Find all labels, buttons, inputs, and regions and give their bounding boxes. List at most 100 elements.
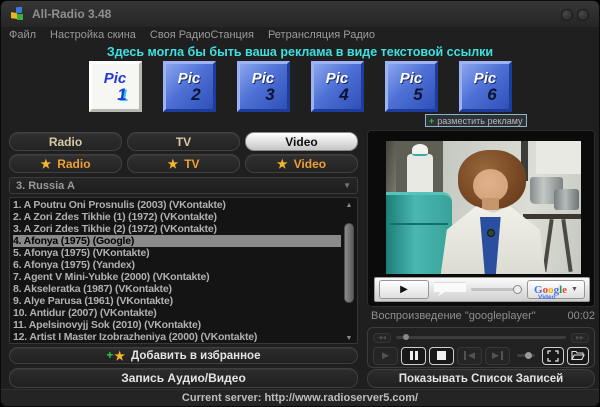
playback-status-text: Воспроизведение "googleplayer" bbox=[371, 310, 536, 322]
tab-fav-radio[interactable]: ★ Radio bbox=[9, 154, 122, 173]
tab-label: Radio bbox=[57, 157, 90, 171]
record-button[interactable]: Запись Аудио/Видео bbox=[9, 368, 358, 388]
rewind-icon: ◀◀ bbox=[378, 335, 386, 341]
ad-banner-1[interactable]: Pic 1 bbox=[89, 61, 142, 112]
place-ad-link[interactable]: + разместить рекламу bbox=[425, 114, 527, 127]
pause-button[interactable] bbox=[401, 347, 426, 365]
add-favorite-label: Добавить в избранное bbox=[131, 350, 261, 362]
list-item[interactable]: 8. Akseleratka (1987) (VKontakte) bbox=[13, 283, 341, 295]
menu-relay-radio[interactable]: Ретрансляция Радио bbox=[268, 29, 375, 41]
tab-video[interactable]: Video bbox=[245, 132, 358, 151]
video-art-pot bbox=[554, 189, 579, 210]
video-art-woman-neck bbox=[482, 198, 500, 210]
station-dropdown-value: 3. Russia A bbox=[16, 180, 75, 192]
google-volume-slider[interactable] bbox=[471, 288, 522, 291]
menu-file[interactable]: Файл bbox=[9, 29, 36, 41]
slider-thumb[interactable] bbox=[525, 352, 532, 359]
fast-forward-icon: ▶▶ bbox=[576, 335, 584, 341]
star-icon: ★ bbox=[114, 349, 125, 363]
tab-label: Video bbox=[294, 157, 326, 171]
list-item[interactable]: 9. Alye Parusa (1961) (VKontakte) bbox=[13, 295, 341, 307]
google-play-button[interactable]: ▶ bbox=[379, 280, 429, 299]
previous-button[interactable]: ◀ bbox=[457, 347, 482, 365]
slider-thumb[interactable] bbox=[403, 334, 409, 340]
tab-label: TV bbox=[184, 157, 199, 171]
google-logo: Google Video bbox=[534, 285, 567, 295]
tab-label: TV bbox=[176, 135, 191, 149]
banner-number: 4 bbox=[339, 86, 348, 103]
list-item-selected[interactable]: 4. Afonya (1975) (Google) bbox=[13, 235, 341, 247]
list-item[interactable]: 12. Artist I Master Izobrazheniya (2000)… bbox=[13, 331, 341, 343]
google-player-bar: ▶ Google Video ▼ bbox=[374, 277, 590, 302]
chevron-down-icon: ▼ bbox=[343, 181, 351, 190]
open-file-button[interactable] bbox=[567, 347, 589, 365]
tab-fav-tv[interactable]: ★ TV bbox=[127, 154, 240, 173]
add-favorite-button[interactable]: + ★ Добавить в избранное bbox=[9, 347, 358, 364]
playlist-scrollbar[interactable]: ▲ ▼ bbox=[343, 200, 355, 343]
menu-own-station[interactable]: Своя РадиоСтанция bbox=[150, 29, 254, 41]
ad-text-link[interactable]: Здесь могла бы быть ваша реклама в виде … bbox=[107, 45, 493, 59]
seek-slider[interactable] bbox=[396, 336, 566, 339]
menu-skin-settings[interactable]: Настройка скина bbox=[50, 29, 136, 41]
close-button[interactable] bbox=[577, 9, 589, 21]
stop-icon bbox=[437, 351, 446, 360]
list-item[interactable]: 6. Afonya (1975) (Yandex) bbox=[13, 259, 341, 271]
playback-status-row: Воспроизведение "googleplayer" 00:02 bbox=[371, 310, 595, 322]
ad-banner-5[interactable]: Pic 5 bbox=[385, 61, 438, 112]
station-dropdown[interactable]: 3. Russia A ▼ bbox=[9, 177, 358, 194]
banner-number: 2 bbox=[191, 86, 200, 103]
ad-banner-3[interactable]: Pic 3 bbox=[237, 61, 290, 112]
current-server-text: Current server: http://www.radioserver5.… bbox=[182, 392, 418, 404]
tab-label: Radio bbox=[49, 135, 82, 149]
slider-thumb[interactable] bbox=[513, 285, 522, 294]
ad-banner-6[interactable]: Pic 6 bbox=[459, 61, 512, 112]
video-frame[interactable] bbox=[386, 141, 581, 274]
minimize-button[interactable] bbox=[561, 9, 573, 21]
stop-button[interactable] bbox=[429, 347, 454, 365]
app-window: All-Radio 3.48 Файл Настройка скина Своя… bbox=[0, 0, 600, 407]
fullscreen-button[interactable] bbox=[542, 347, 564, 365]
list-item[interactable]: 10. Antidur (2007) (VKontakte) bbox=[13, 307, 341, 319]
video-art-teal-machine bbox=[386, 192, 452, 274]
show-records-label: Показывать Список Записей bbox=[399, 373, 564, 385]
google-video-menu-button[interactable]: Google Video ▼ bbox=[527, 280, 585, 299]
next-button[interactable]: ▶ bbox=[485, 347, 510, 365]
video-art-woman-face bbox=[473, 169, 508, 202]
ad-banner-2[interactable]: Pic 2 bbox=[163, 61, 216, 112]
banner-number: 6 bbox=[487, 86, 496, 103]
star-icon: ★ bbox=[40, 157, 51, 171]
play-button[interactable]: ▶ bbox=[373, 347, 398, 365]
tab-radio[interactable]: Radio bbox=[9, 132, 122, 151]
show-records-button[interactable]: Показывать Список Записей bbox=[367, 369, 595, 388]
video-player: ▶ Google Video ▼ bbox=[367, 130, 595, 307]
ad-banner-4[interactable]: Pic 4 bbox=[311, 61, 364, 112]
playback-time: 00:02 bbox=[567, 310, 595, 322]
rewind-button[interactable]: ◀◀ bbox=[373, 333, 391, 343]
list-item[interactable]: 11. Apelsinovyjj Sok (2010) (VKontakte) bbox=[13, 319, 341, 331]
list-item[interactable]: 2. A Zori Zdes Tikhie (1) (1972) (VKonta… bbox=[13, 211, 341, 223]
tab-fav-video[interactable]: ★ Video bbox=[245, 154, 358, 173]
list-item[interactable]: 5. Afonya (1975) (VKontakte) bbox=[13, 247, 341, 259]
status-bar: Current server: http://www.radioserver5.… bbox=[1, 389, 599, 406]
scroll-up-icon[interactable]: ▲ bbox=[343, 202, 355, 210]
tab-tv[interactable]: TV bbox=[127, 132, 240, 151]
record-label: Запись Аудио/Видео bbox=[121, 371, 246, 385]
video-art-machine-seam bbox=[390, 223, 449, 225]
volume-slider[interactable] bbox=[517, 354, 535, 357]
list-item[interactable]: 7. Agent V Mini-Yubke (2000) (VKontakte) bbox=[13, 271, 341, 283]
scroll-down-icon[interactable]: ▼ bbox=[343, 335, 355, 343]
scrollbar-thumb[interactable] bbox=[344, 223, 354, 303]
list-item[interactable]: 1. A Poutru Oni Prosnulis (2003) (VKonta… bbox=[13, 199, 341, 211]
fast-forward-button[interactable]: ▶▶ bbox=[571, 333, 589, 343]
main-tabs: Radio TV Video bbox=[9, 132, 358, 151]
menu-bar: Файл Настройка скина Своя РадиоСтанция Р… bbox=[1, 27, 599, 43]
transport-row: ▶ ◀ ▶ bbox=[373, 346, 589, 365]
previous-icon: ◀ bbox=[468, 350, 475, 361]
app-logo-icon bbox=[10, 6, 26, 22]
plus-icon: + bbox=[107, 350, 114, 362]
list-item[interactable]: 3. A Zori Zdes Tikhie (2) (1972) (VKonta… bbox=[13, 223, 341, 235]
title-bar[interactable]: All-Radio 3.48 bbox=[1, 1, 599, 27]
video-art-hood bbox=[536, 141, 581, 174]
video-art-pendant bbox=[487, 229, 495, 237]
progress-bubble-icon[interactable] bbox=[434, 283, 466, 297]
